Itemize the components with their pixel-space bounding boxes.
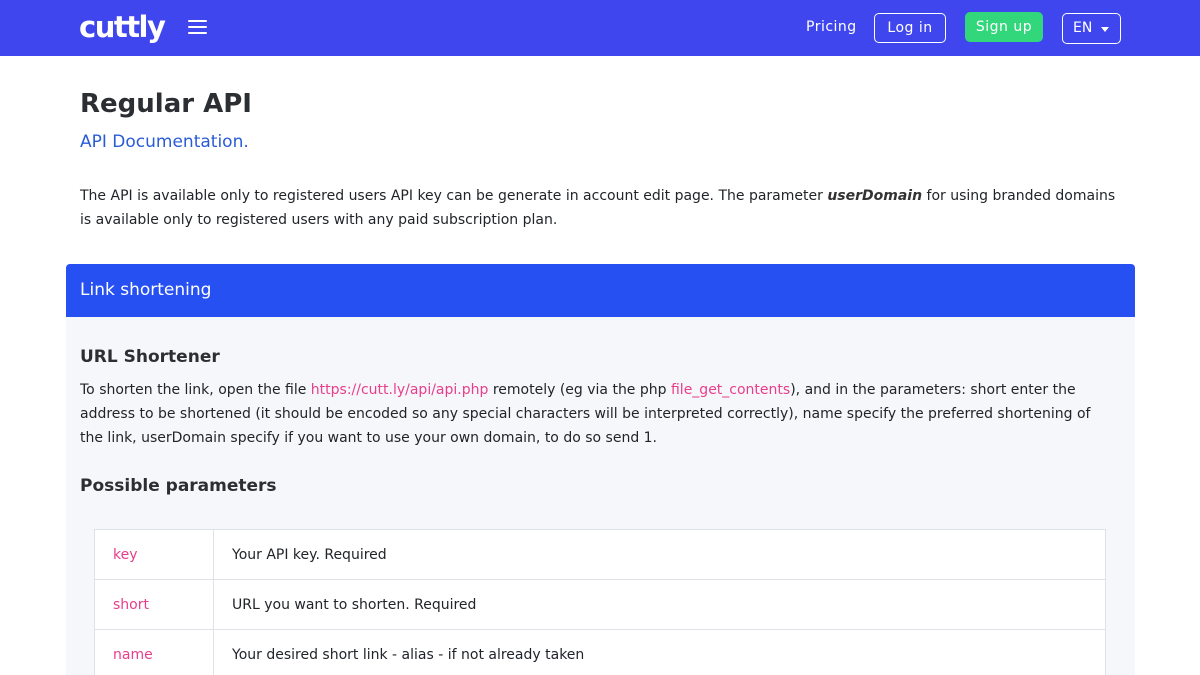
table-row: key Your API key. Required <box>94 529 1106 580</box>
param-description: Your API key. Required <box>213 529 1106 580</box>
language-dropdown[interactable]: EN <box>1062 13 1121 44</box>
link-shortening-card: Link shortening URL Shortener To shorten… <box>66 264 1135 675</box>
user-domain-param: userDomain <box>827 188 923 204</box>
params-title: Possible parameters <box>80 476 277 496</box>
param-name: key <box>94 529 214 580</box>
page-title: Regular API <box>80 89 252 119</box>
section-title: URL Shortener <box>80 347 220 367</box>
param-name: short <box>94 579 214 630</box>
cuttly-logo[interactable]: cuttly <box>79 9 166 45</box>
top-navbar: cuttly Pricing Log in Sign up EN <box>0 0 1200 56</box>
param-description: URL you want to shorten. Required <box>213 579 1106 630</box>
shortener-description: To shorten the link, open the file https… <box>80 378 1110 450</box>
description-part: To shorten the link, open the file <box>80 382 311 398</box>
param-name: name <box>94 629 214 675</box>
hamburger-menu-icon[interactable] <box>188 19 208 35</box>
intro-text-start: The API is available only to registered … <box>80 188 828 204</box>
intro-text: The API is available only to registered … <box>80 184 1120 232</box>
caret-down-icon <box>1101 27 1109 32</box>
language-label: EN <box>1073 20 1093 36</box>
pricing-link[interactable]: Pricing <box>806 17 857 37</box>
api-endpoint-link[interactable]: https://cutt.ly/api/api.php <box>311 382 489 398</box>
table-row: name Your desired short link - alias - i… <box>94 629 1106 675</box>
description-part: remotely (eg via the php <box>488 382 671 398</box>
login-button[interactable]: Log in <box>874 13 946 43</box>
signup-button[interactable]: Sign up <box>965 12 1043 42</box>
param-description: Your desired short link - alias - if not… <box>213 629 1106 675</box>
page-subtitle: API Documentation. <box>80 132 249 152</box>
table-row: short URL you want to shorten. Required <box>94 579 1106 630</box>
file-get-contents-link[interactable]: file_get_contents <box>671 382 790 398</box>
params-table: key Your API key. Required short URL you… <box>94 529 1106 675</box>
card-header: Link shortening <box>66 264 1135 317</box>
